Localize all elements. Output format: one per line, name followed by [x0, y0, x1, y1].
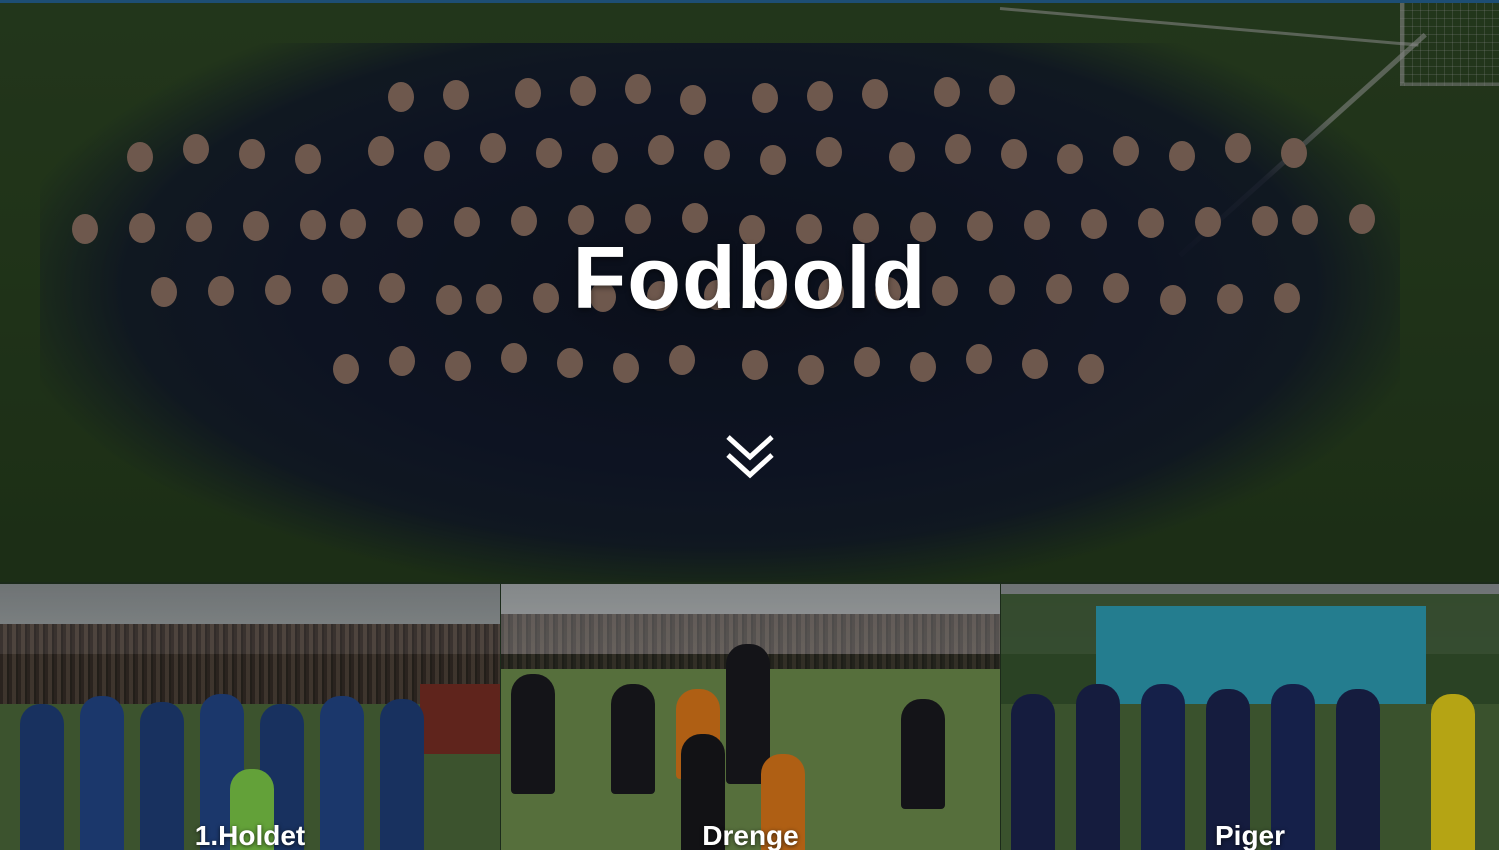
- double-chevron-down-icon: [726, 435, 774, 479]
- page-title: Fodbold: [572, 228, 927, 327]
- tile-label: Drenge: [702, 820, 799, 850]
- hero-banner: Fodbold: [0, 3, 1499, 582]
- tile-label: Piger: [1214, 820, 1286, 850]
- tile-label: 1.Holdet: [194, 820, 306, 850]
- tile-1-holdet[interactable]: 1.Holdet: [0, 584, 500, 850]
- tile-piger[interactable]: Piger: [1001, 584, 1499, 850]
- scroll-down-button[interactable]: [724, 433, 776, 483]
- tile-drenge[interactable]: Drenge: [501, 584, 1000, 850]
